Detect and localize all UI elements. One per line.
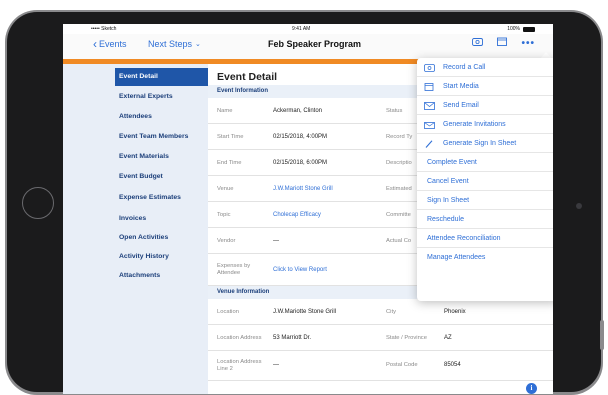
menu-item-record-call[interactable]: Record a Call bbox=[417, 58, 553, 77]
menu-item-complete-event[interactable]: Complete Event bbox=[417, 153, 553, 172]
topic-link[interactable]: Cholecap Efficacy bbox=[273, 212, 321, 219]
field-row: Location Address 53 Marriott Dr. State /… bbox=[208, 325, 553, 351]
sidebar-item-event-team-members[interactable]: Event Team Members bbox=[115, 128, 208, 146]
page-title: Feb Speaker Program bbox=[268, 39, 362, 49]
end-time-value: 02/15/2018, 6:00PM bbox=[273, 160, 328, 166]
media-icon bbox=[424, 83, 435, 91]
field-label: Status bbox=[386, 108, 403, 114]
sidebar-item-attachments[interactable]: Attachments bbox=[115, 267, 208, 285]
address-value: 53 Marriott Dr. bbox=[273, 335, 312, 341]
name-value: Ackerman, Clinton bbox=[273, 108, 323, 114]
battery-status: 100% bbox=[507, 26, 535, 32]
battery-percent: 100% bbox=[507, 26, 520, 32]
ipad-stage: ••••• Sketch 9:41 AM 100% ‹ Events Next … bbox=[0, 0, 608, 395]
sidebar-item-attendees[interactable]: Attendees bbox=[115, 108, 208, 126]
field-row: Location J.W.Mariotte Stone Grill City P… bbox=[208, 299, 553, 325]
venue-link[interactable]: J.W.Mariott Stone Grill bbox=[273, 186, 333, 193]
sidebar-item-expense-estimates[interactable]: Expense Estimates bbox=[115, 189, 208, 207]
next-steps-label: Next Steps bbox=[148, 39, 193, 49]
next-steps-menu[interactable]: Next Steps ⌄ bbox=[148, 39, 201, 49]
menu-item-generate-invitations[interactable]: Generate Invitations bbox=[417, 115, 553, 134]
menu-item-cancel-event[interactable]: Cancel Event bbox=[417, 172, 553, 191]
menu-item-label: Generate Sign In Sheet bbox=[443, 140, 517, 147]
field-label: Topic bbox=[217, 212, 231, 218]
nav-actions: ••• bbox=[472, 37, 535, 49]
more-icon[interactable]: ••• bbox=[521, 38, 535, 49]
menu-item-reschedule[interactable]: Reschedule bbox=[417, 210, 553, 229]
chevron-left-icon: ‹ bbox=[93, 36, 97, 51]
menu-item-label: Send Email bbox=[443, 102, 479, 109]
sidebar-item-event-budget[interactable]: Event Budget bbox=[115, 168, 208, 186]
city-value: Phoenix bbox=[444, 309, 466, 315]
field-label: Actual Co bbox=[386, 238, 412, 244]
chevron-down-icon: ⌄ bbox=[195, 41, 201, 48]
field-label: End Time bbox=[217, 160, 242, 166]
sidebar-item-activity-history[interactable]: Activity History bbox=[115, 248, 208, 266]
field-label: Estimated bbox=[386, 186, 412, 192]
side-button bbox=[600, 320, 604, 350]
email-icon bbox=[424, 102, 435, 110]
field-label: Descriptio bbox=[386, 160, 412, 166]
home-button[interactable] bbox=[22, 187, 54, 219]
sidebar-item-invoices[interactable]: Invoices bbox=[115, 210, 208, 228]
field-label: Vendor bbox=[217, 238, 236, 244]
menu-item-generate-sign-in-sheet[interactable]: Generate Sign In Sheet bbox=[417, 134, 553, 153]
menu-item-attendee-reconciliation[interactable]: Attendee Reconciliation bbox=[417, 229, 553, 248]
field-label: Start Time bbox=[217, 134, 244, 140]
menu-item-start-media[interactable]: Start Media bbox=[417, 77, 553, 96]
sidebar-item-external-experts[interactable]: External Experts bbox=[115, 88, 208, 106]
address-line-2-value: — bbox=[273, 362, 279, 368]
menu-item-send-email[interactable]: Send Email bbox=[417, 96, 553, 115]
navigation-bar: ‹ Events Next Steps ⌄ Feb Speaker Progra… bbox=[63, 34, 553, 59]
detail-title: Event Detail bbox=[217, 71, 278, 83]
state-value: AZ bbox=[444, 335, 452, 341]
field-row: Location Address Line 2 — Postal Code 85… bbox=[208, 351, 553, 381]
sidebar-item-event-detail[interactable]: Event Detail bbox=[115, 68, 208, 86]
app-screen: ••••• Sketch 9:41 AM 100% ‹ Events Next … bbox=[63, 24, 553, 394]
field-label: State / Province bbox=[386, 335, 427, 341]
info-icon[interactable]: i bbox=[526, 383, 537, 394]
media-icon[interactable] bbox=[497, 37, 508, 49]
menu-item-label: Start Media bbox=[443, 83, 479, 90]
menu-item-label: Record a Call bbox=[443, 64, 486, 71]
field-label: Postal Code bbox=[386, 362, 418, 368]
status-bar: ••••• Sketch 9:41 AM 100% bbox=[63, 24, 553, 34]
view-report-link[interactable]: Click to View Report bbox=[273, 267, 327, 274]
call-icon[interactable] bbox=[472, 37, 484, 49]
back-button[interactable]: ‹ Events bbox=[93, 36, 127, 51]
status-time: 9:41 AM bbox=[292, 26, 311, 32]
field-label: Location bbox=[217, 309, 239, 315]
menu-item-label: Generate Invitations bbox=[443, 121, 506, 128]
field-label: Venue bbox=[217, 186, 234, 192]
pen-icon bbox=[424, 140, 435, 148]
next-steps-popover: Record a Call Start Media Send Email Gen… bbox=[417, 58, 553, 301]
field-label: Committe bbox=[386, 212, 411, 218]
menu-item-manage-attendees[interactable]: Manage Attendees bbox=[417, 248, 553, 267]
back-label: Events bbox=[99, 39, 127, 49]
field-label: Location Address bbox=[217, 335, 262, 341]
record-call-icon bbox=[424, 64, 435, 72]
front-camera bbox=[576, 203, 582, 209]
field-label: Location Address Line 2 bbox=[217, 359, 262, 372]
vendor-value: — bbox=[273, 238, 279, 244]
sidebar-item-event-materials[interactable]: Event Materials bbox=[115, 148, 208, 166]
start-time-value: 02/15/2018, 4:00PM bbox=[273, 134, 328, 140]
field-label: Expenses by Attendee bbox=[217, 263, 251, 276]
location-value: J.W.Mariotte Stone Grill bbox=[273, 309, 337, 315]
menu-item-sign-in-sheet[interactable]: Sign In Sheet bbox=[417, 191, 553, 210]
sidebar-item-open-activities[interactable]: Open Activities bbox=[115, 229, 208, 247]
field-label: Record Ty bbox=[386, 134, 413, 140]
field-label: City bbox=[386, 309, 396, 315]
carrier-label: ••••• Sketch bbox=[91, 26, 117, 32]
invitation-icon bbox=[424, 121, 435, 129]
battery-icon bbox=[523, 26, 535, 32]
field-label: Name bbox=[217, 108, 233, 114]
sidebar: Event Detail External Experts Attendees … bbox=[63, 64, 208, 394]
postal-code-value: 85054 bbox=[444, 362, 461, 368]
